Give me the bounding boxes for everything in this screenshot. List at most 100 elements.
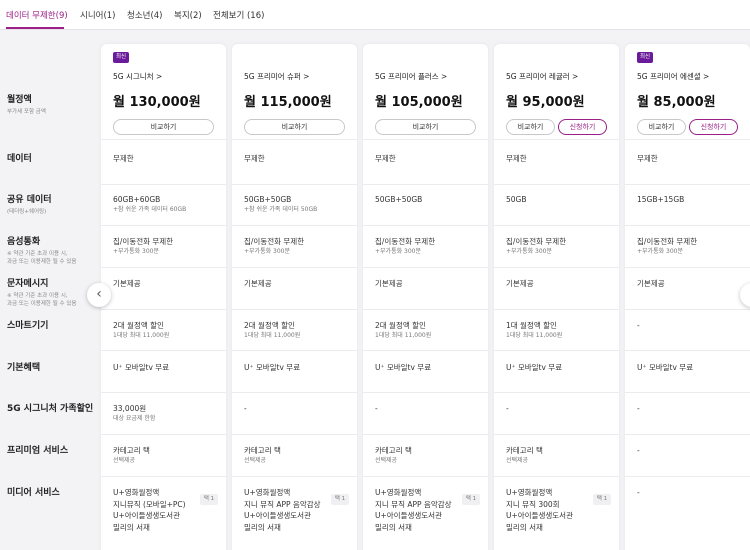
plan-name-link[interactable]: 5G 프리미어 레귤러 > <box>506 71 578 82</box>
voice-cell-note: +부가통화 300분 <box>244 248 290 255</box>
voice-cell: 집/이동전화 무제한 +부가통화 300분 <box>113 236 221 256</box>
smart-device-cell: - <box>637 320 745 331</box>
row-divider <box>232 225 357 226</box>
row-divider <box>494 309 619 310</box>
row-divider <box>625 225 750 226</box>
row-divider <box>625 267 750 268</box>
apply-button[interactable]: 신청하기 <box>689 119 738 135</box>
chevron-left-icon: ‹ <box>96 286 102 302</box>
compare-button[interactable]: 비교하기 <box>637 119 686 135</box>
row-divider <box>232 309 357 310</box>
smart-device-cell-value: 2대 월정액 할인 <box>244 321 295 330</box>
media-service-item: 밀리의 서재 <box>506 522 543 532</box>
compare-button[interactable]: 비교하기 <box>506 119 555 135</box>
tab-view-all[interactable]: 전체보기 (16) <box>213 9 264 21</box>
family-discount-cell-value: - <box>637 404 640 413</box>
row-label-text-message: 문자메시지 ※ 약관 기준 초과 이용 시, 과금 또는 이용제한 될 수 있음 <box>7 276 97 308</box>
family-discount-cell-value: - <box>244 404 247 413</box>
premium-cell-value: 카테고리 택 <box>375 446 412 455</box>
row-divider <box>101 434 226 435</box>
row-divider <box>363 225 488 226</box>
row-divider <box>363 309 488 310</box>
row-divider <box>625 350 750 351</box>
family-discount-cell: 33,000원 대상 요금제 한함 <box>113 403 221 423</box>
basic-benefit-cell: U⁺ 모바일tv 무료 <box>375 362 483 373</box>
row-divider <box>232 350 357 351</box>
row-divider <box>101 225 226 226</box>
row-divider <box>363 184 488 185</box>
row-divider <box>494 139 619 140</box>
plan-name-link[interactable]: 5G 프리미어 플러스 > <box>375 71 447 82</box>
plan-name-link[interactable]: 5G 시그니처 > <box>113 71 162 82</box>
smart-device-cell: 2대 월정액 할인 1대당 최대 11,000원 <box>244 320 352 340</box>
row-divider <box>625 476 750 477</box>
sms-cell: 기본제공 <box>375 278 483 289</box>
premium-cell-value: 카테고리 택 <box>244 446 281 455</box>
row-divider <box>101 392 226 393</box>
plan-card: 최신 5G 시그니처 > 월 130,000원 비교하기 무제한 60GB+60GB +참 … <box>101 44 226 550</box>
voice-cell-note: +부가통화 300분 <box>506 248 552 255</box>
apply-button[interactable]: 신청하기 <box>558 119 607 135</box>
compare-button[interactable]: 비교하기 <box>244 119 345 135</box>
tab-welfare[interactable]: 복지(2) <box>174 9 202 21</box>
data-cell-value: 무제한 <box>375 154 396 163</box>
prev-arrow-button[interactable]: ‹ <box>87 283 111 307</box>
family-discount-cell-value: - <box>375 404 378 413</box>
row-label-note: (테더링+쉐어링) <box>7 209 47 215</box>
tab-senior[interactable]: 시니어(1) <box>80 9 116 21</box>
row-label-text: 문자메시지 <box>7 279 49 289</box>
basic-benefit-cell: U⁺ 모바일tv 무료 <box>637 362 745 373</box>
data-cell: 무제한 <box>113 153 221 164</box>
row-divider <box>363 434 488 435</box>
family-discount-cell: - <box>375 403 483 414</box>
data-cell-value: 무제한 <box>113 154 134 163</box>
media-service-item: U+아이들생생도서관 <box>244 511 311 520</box>
plan-card: 최신 5G 프리미어 에센셜 > 월 85,000원 비교하기 신청하기 무제한 15GB+… <box>625 44 750 550</box>
voice-cell-note: +부가통화 300분 <box>637 248 683 255</box>
compare-button[interactable]: 비교하기 <box>375 119 476 135</box>
plan-name-link[interactable]: 5G 프리미어 슈퍼 > <box>244 71 309 82</box>
row-label-text: 미디어 서비스 <box>7 488 60 498</box>
active-tab-indicator <box>6 27 64 29</box>
premium-cell-value: 카테고리 택 <box>506 446 543 455</box>
plan-card: 5G 프리미어 레귤러 > 월 95,000원 비교하기 신청하기 무제한 50GB 집/이… <box>494 44 619 550</box>
row-divider <box>494 267 619 268</box>
row-label-text: 데이터 <box>7 154 32 164</box>
shared-data-cell: 15GB+15GB <box>637 194 745 205</box>
pick-one-badge: 택 1 <box>200 494 218 505</box>
voice-cell-value: 집/이동전화 무제한 <box>637 237 698 246</box>
voice-cell: 집/이동전화 무제한 +부가통화 300분 <box>637 236 745 256</box>
data-cell: 무제한 <box>375 153 483 164</box>
data-cell: 무제한 <box>244 153 352 164</box>
tab-unlimited-data[interactable]: 데이터 무제한(9) <box>6 9 68 21</box>
pick-one-badge: 택 1 <box>593 494 611 505</box>
row-label-text: 음성통화 <box>7 237 41 247</box>
row-label-voice-call: 음성통화 ※ 약관 기준 초과 이용 시, 과금 또는 이용제한 될 수 있음 <box>7 234 97 266</box>
basic-benefit-cell-value: U⁺ 모바일tv 무료 <box>244 363 301 372</box>
basic-benefit-cell: U⁺ 모바일tv 무료 <box>113 362 221 373</box>
new-badge: 최신 <box>113 52 129 63</box>
voice-cell-value: 집/이동전화 무제한 <box>244 237 305 246</box>
data-cell-value: 무제한 <box>244 154 265 163</box>
shared-data-cell: 50GB <box>506 194 614 205</box>
shared-data-cell-value: 15GB+15GB <box>637 195 685 204</box>
shared-data-cell-note: +참 쉬운 가족 데이터 50GB <box>244 206 318 213</box>
row-divider <box>494 392 619 393</box>
smart-device-cell: 2대 월정액 할인 1대당 최대 11,000원 <box>113 320 221 340</box>
premium-cell: - <box>637 445 745 456</box>
family-discount-cell: - <box>506 403 614 414</box>
compare-button[interactable]: 비교하기 <box>113 119 214 135</box>
row-label-text: 5G 시그니처 가족할인 <box>7 404 94 414</box>
premium-cell-note: 선택제공 <box>244 457 267 464</box>
data-cell: 무제한 <box>506 153 614 164</box>
plan-name-link[interactable]: 5G 프리미어 에센셜 > <box>637 71 709 82</box>
row-label-text: 기본혜택 <box>7 363 41 373</box>
basic-benefit-cell-value: U⁺ 모바일tv 무료 <box>506 363 563 372</box>
row-label-text: 공유 데이터 <box>7 195 52 205</box>
smart-device-cell-note: 1대당 최대 11,000원 <box>375 332 432 339</box>
row-divider <box>625 184 750 185</box>
tab-youth[interactable]: 청소년(4) <box>127 9 163 21</box>
row-label-shared-data: 공유 데이터 (테더링+쉐어링) <box>7 192 97 216</box>
row-divider <box>625 392 750 393</box>
row-label-note: 부가세 포함 금액 <box>7 109 46 115</box>
